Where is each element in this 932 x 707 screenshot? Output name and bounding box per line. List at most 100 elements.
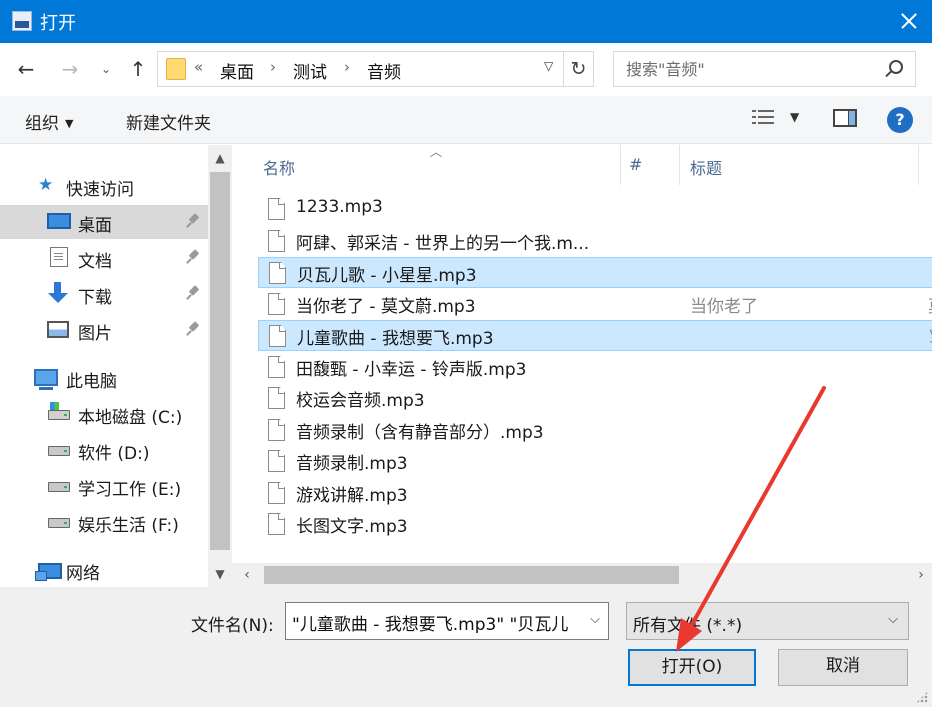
open-button[interactable]: 打开(O): [628, 649, 756, 686]
view-options-icon[interactable]: [752, 109, 774, 127]
address-bar[interactable]: « 桌面 › 测试 › 音频 ▽ ↻: [157, 51, 594, 87]
chevron-right-icon[interactable]: ›: [344, 58, 350, 76]
file-row[interactable]: 贝瓦儿歌 - 小星星.mp3: [258, 257, 932, 288]
pictures-icon: [47, 321, 69, 338]
file-row[interactable]: 校运会音频.mp3: [258, 383, 932, 414]
file-row[interactable]: 田馥甄 - 小幸运 - 铃声版.mp3: [258, 352, 932, 383]
new-folder-button[interactable]: 新建文件夹: [126, 109, 211, 134]
file-name: 田馥甄 - 小幸运 - 铃声版.mp3: [296, 360, 527, 380]
scrollbar-thumb[interactable]: [210, 172, 230, 550]
sidebar-item-drive-c[interactable]: 本地磁盘 (C:): [0, 397, 208, 431]
pin-icon[interactable]: [186, 322, 200, 336]
sidebar-item-pictures[interactable]: 图片: [0, 313, 208, 347]
filename-input[interactable]: [292, 611, 582, 633]
scroll-up-icon[interactable]: ▲: [208, 147, 232, 169]
caret-down-icon: ▼: [65, 117, 74, 130]
column-header-label: 标题: [690, 159, 723, 178]
column-header-name[interactable]: 名称 ︿: [232, 145, 620, 185]
title-bar: 打开: [0, 0, 932, 43]
sidebar-item-drive-f[interactable]: 娱乐生活 (F:): [0, 505, 208, 539]
sidebar-item-label: 图片: [78, 324, 112, 344]
column-header-number[interactable]: #: [621, 145, 679, 185]
drive-icon: [48, 482, 70, 492]
recent-locations-chevron-icon[interactable]: ⌄: [96, 55, 116, 83]
caret-down-icon[interactable]: ▼: [790, 110, 799, 124]
pin-icon[interactable]: [186, 286, 200, 300]
breadcrumb-item[interactable]: 音频: [367, 58, 401, 83]
sidebar-item-label: 桌面: [78, 216, 112, 236]
file-list: 名称 ︿ # 标题 1233.mp3 阿肆、郭采洁 - 世界上的另一个我.m..…: [232, 145, 932, 587]
sidebar-item-drive-d[interactable]: 软件 (D:): [0, 433, 208, 467]
file-row[interactable]: 音频录制.mp3: [258, 446, 932, 477]
search-icon[interactable]: [889, 60, 903, 74]
file-name: 贝瓦儿歌 - 小星星.mp3: [297, 266, 477, 286]
desktop-icon: [47, 213, 71, 229]
sidebar-item-desktop[interactable]: 桌面: [0, 205, 208, 239]
file-type-select[interactable]: 所有文件 (*.*) ⌵: [626, 602, 909, 640]
scroll-left-icon[interactable]: ‹: [236, 563, 258, 587]
sort-ascending-icon: ︿: [430, 145, 443, 159]
filename-combobox[interactable]: ⌵: [285, 602, 609, 640]
chevron-right-icon[interactable]: ›: [270, 58, 276, 76]
file-icon: [268, 356, 285, 378]
sidebar-item-drive-e[interactable]: 学习工作 (E:): [0, 469, 208, 503]
resize-grip-icon[interactable]: [916, 691, 928, 703]
up-arrow-icon[interactable]: ↑: [124, 55, 152, 83]
filelist-horizontal-scrollbar[interactable]: ‹ ›: [232, 563, 932, 587]
file-title: 当你老了: [690, 297, 758, 317]
file-row[interactable]: 长图文字.mp3: [258, 509, 932, 540]
file-row[interactable]: 游戏讲解.mp3: [258, 478, 932, 509]
breadcrumb-overflow[interactable]: «: [194, 58, 203, 76]
organize-label: 组织: [25, 114, 59, 134]
chevron-down-icon[interactable]: ▽: [544, 59, 553, 73]
filename-label: 文件名(N):: [191, 616, 274, 636]
chevron-down-icon[interactable]: ⌵: [888, 612, 898, 627]
sidebar-item-documents[interactable]: 文档: [0, 241, 208, 275]
column-header-label: #: [629, 155, 643, 174]
column-header-title[interactable]: 标题: [680, 145, 918, 185]
breadcrumb-item[interactable]: 测试: [293, 58, 327, 83]
sidebar-scrollbar[interactable]: ▲ ▼: [208, 145, 232, 587]
chevron-down-icon[interactable]: ⌵: [590, 612, 600, 627]
file-type-label: 所有文件 (*.*): [633, 616, 743, 636]
close-button[interactable]: [884, 0, 932, 43]
search-box[interactable]: [613, 51, 916, 87]
sidebar-item-quick-access[interactable]: ★ 快速访问: [0, 169, 208, 203]
scrollbar-thumb[interactable]: [264, 566, 679, 584]
forward-arrow-icon[interactable]: →: [56, 55, 84, 83]
pin-icon[interactable]: [186, 250, 200, 264]
address-row: ← → ⌄ ↑ « 桌面 › 测试 › 音频 ▽ ↻: [0, 43, 932, 96]
dialog-footer: 文件名(N): ⌵ 所有文件 (*.*) ⌵ 打开(O) 取消: [0, 587, 932, 707]
sidebar-item-label: 学习工作 (E:): [78, 480, 182, 500]
file-name: 校运会音频.mp3: [296, 391, 425, 411]
scroll-down-icon[interactable]: ▼: [208, 563, 232, 585]
sidebar-item-label: 网络: [66, 564, 100, 584]
file-name: 音频录制（含有静音部分）.mp3: [296, 423, 544, 443]
sidebar-item-this-pc[interactable]: 此电脑: [0, 361, 208, 395]
file-icon: [268, 482, 285, 504]
search-input[interactable]: [626, 58, 876, 80]
preview-pane-icon[interactable]: [833, 109, 857, 127]
pin-icon[interactable]: [186, 214, 200, 228]
organize-button[interactable]: 组织 ▼: [25, 109, 73, 134]
file-icon: [269, 325, 286, 347]
help-icon[interactable]: ?: [887, 107, 913, 133]
column-divider[interactable]: [918, 145, 919, 185]
file-row[interactable]: 当你老了 - 莫文蔚.mp3 当你老了 莫: [258, 289, 932, 320]
file-row[interactable]: 儿童歌曲 - 我想要飞.mp3y: [258, 320, 932, 351]
folder-icon: [166, 58, 186, 80]
computer-icon: [34, 369, 58, 390]
scroll-right-icon[interactable]: ›: [910, 563, 932, 587]
sidebar-item-downloads[interactable]: 下载: [0, 277, 208, 311]
file-row[interactable]: 音频录制（含有静音部分）.mp3: [258, 415, 932, 446]
sidebar-item-network[interactable]: 网络: [0, 553, 208, 587]
breadcrumb-item[interactable]: 桌面: [220, 58, 254, 83]
sidebar-item-label: 本地磁盘 (C:): [78, 408, 183, 428]
file-row[interactable]: 阿肆、郭采洁 - 世界上的另一个我.m...: [258, 226, 932, 257]
back-arrow-icon[interactable]: ←: [12, 55, 40, 83]
file-name: 长图文字.mp3: [296, 517, 408, 537]
cancel-button[interactable]: 取消: [778, 649, 908, 686]
sidebar-item-label: 软件 (D:): [78, 444, 150, 464]
file-row[interactable]: 1233.mp3: [258, 194, 932, 225]
refresh-icon[interactable]: ↻: [563, 52, 593, 86]
